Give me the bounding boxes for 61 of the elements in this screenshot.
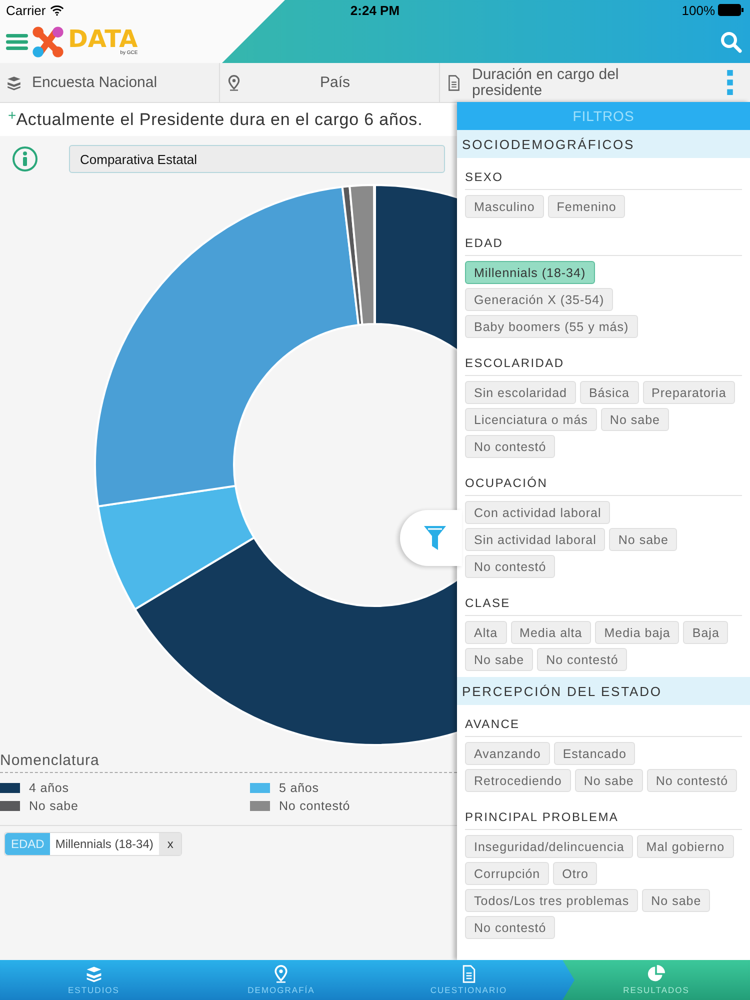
filter-group-label: EDAD	[5, 833, 50, 855]
filter-option[interactable]: Todos/Los tres problemas	[465, 889, 638, 912]
filter-option[interactable]: Masculino	[465, 195, 544, 218]
group-title: EDAD	[465, 236, 742, 256]
filter-option[interactable]: No sabe	[465, 648, 534, 671]
section-header: PERCEPCIÓN DEL ESTADO	[457, 677, 750, 705]
filter-option[interactable]: Otro	[553, 862, 598, 885]
filter-option[interactable]: Avanzando	[465, 742, 550, 765]
section-header: SOCIODEMOGRÁFICOS	[457, 130, 750, 158]
legend-label: No contestó	[279, 799, 350, 813]
panel-title: FILTROS	[457, 102, 750, 130]
group-title: SEXO	[465, 170, 742, 190]
carrier-label: Carrier	[6, 2, 46, 18]
group-title: OCUPACIÓN	[465, 476, 742, 496]
filter-option[interactable]: Alta	[465, 621, 507, 644]
filter-option[interactable]: Básica	[580, 381, 638, 404]
filter-option[interactable]: Media baja	[595, 621, 680, 644]
breadcrumb-item[interactable]: Duración en cargo del presidente	[440, 63, 692, 102]
group-title: ESCOLARIDAD	[465, 356, 742, 376]
filter-option[interactable]: No contestó	[465, 435, 556, 458]
group-title: PRINCIPAL PROBLEMA	[465, 810, 742, 830]
filter-option[interactable]: No sabe	[600, 408, 669, 431]
group-title: AVANCE	[465, 717, 742, 737]
filter-option[interactable]: Femenino	[548, 195, 626, 218]
legend-label: 4 años	[29, 781, 69, 795]
filter-option[interactable]: No sabe	[642, 889, 710, 912]
question-text: Actualmente el Presidente dura en el cargo 6 años.	[16, 110, 423, 130]
filter-option[interactable]: Millennials (18-34)	[465, 261, 595, 284]
expand-symbol[interactable]: +	[8, 107, 16, 123]
filter-option[interactable]: Corrupción	[465, 862, 550, 885]
filter-option[interactable]: No contestó	[646, 769, 738, 792]
breadcrumb-item[interactable]: País	[220, 63, 440, 102]
filter-option[interactable]: No sabe	[574, 769, 643, 792]
filter-option[interactable]: Estancado	[554, 742, 636, 765]
filter-value-label: Millennials (18-34)	[54, 836, 154, 853]
filter-option[interactable]: No contestó	[465, 555, 556, 578]
filter-option[interactable]: Retrocediendo	[465, 769, 571, 792]
filter-option[interactable]: Sin escolaridad	[465, 381, 576, 404]
legend-label: 5 años	[279, 781, 319, 795]
app-logo: DATA	[68, 27, 138, 51]
legend-label: No sabe	[29, 799, 78, 813]
group-title: CLASE	[465, 596, 742, 616]
filter-option[interactable]: Con actividad laboral	[465, 501, 610, 524]
filter-option[interactable]: Licenciatura o más	[465, 408, 597, 431]
filter-option[interactable]: Baby boomers (55 y más)	[465, 315, 638, 338]
filter-option[interactable]: Sin actividad laboral	[465, 528, 606, 551]
breadcrumb-item[interactable]: Encuesta Nacional	[0, 63, 220, 102]
legend-title: Nomenclatura	[0, 752, 457, 773]
filter-option[interactable]: Generación X (35-54)	[465, 288, 614, 311]
remove-filter-button[interactable]: x	[159, 833, 182, 855]
filter-option[interactable]: Inseguridad/delincuencia	[465, 835, 634, 858]
filter-option[interactable]: No contestó	[537, 648, 628, 671]
comparison-dropdown[interactable]: Comparativa Estatal	[69, 145, 445, 173]
status-time: 2:24 PM	[350, 2, 400, 18]
battery-label: 100%	[682, 2, 715, 18]
filter-option[interactable]: Media alta	[510, 621, 592, 644]
filter-option[interactable]: Mal gobierno	[637, 835, 734, 858]
filter-option[interactable]: Baja	[683, 621, 728, 644]
filter-option[interactable]: Preparatoria	[642, 381, 736, 404]
filter-option[interactable]: No contestó	[465, 916, 556, 939]
filter-option[interactable]: No sabe	[609, 528, 678, 551]
